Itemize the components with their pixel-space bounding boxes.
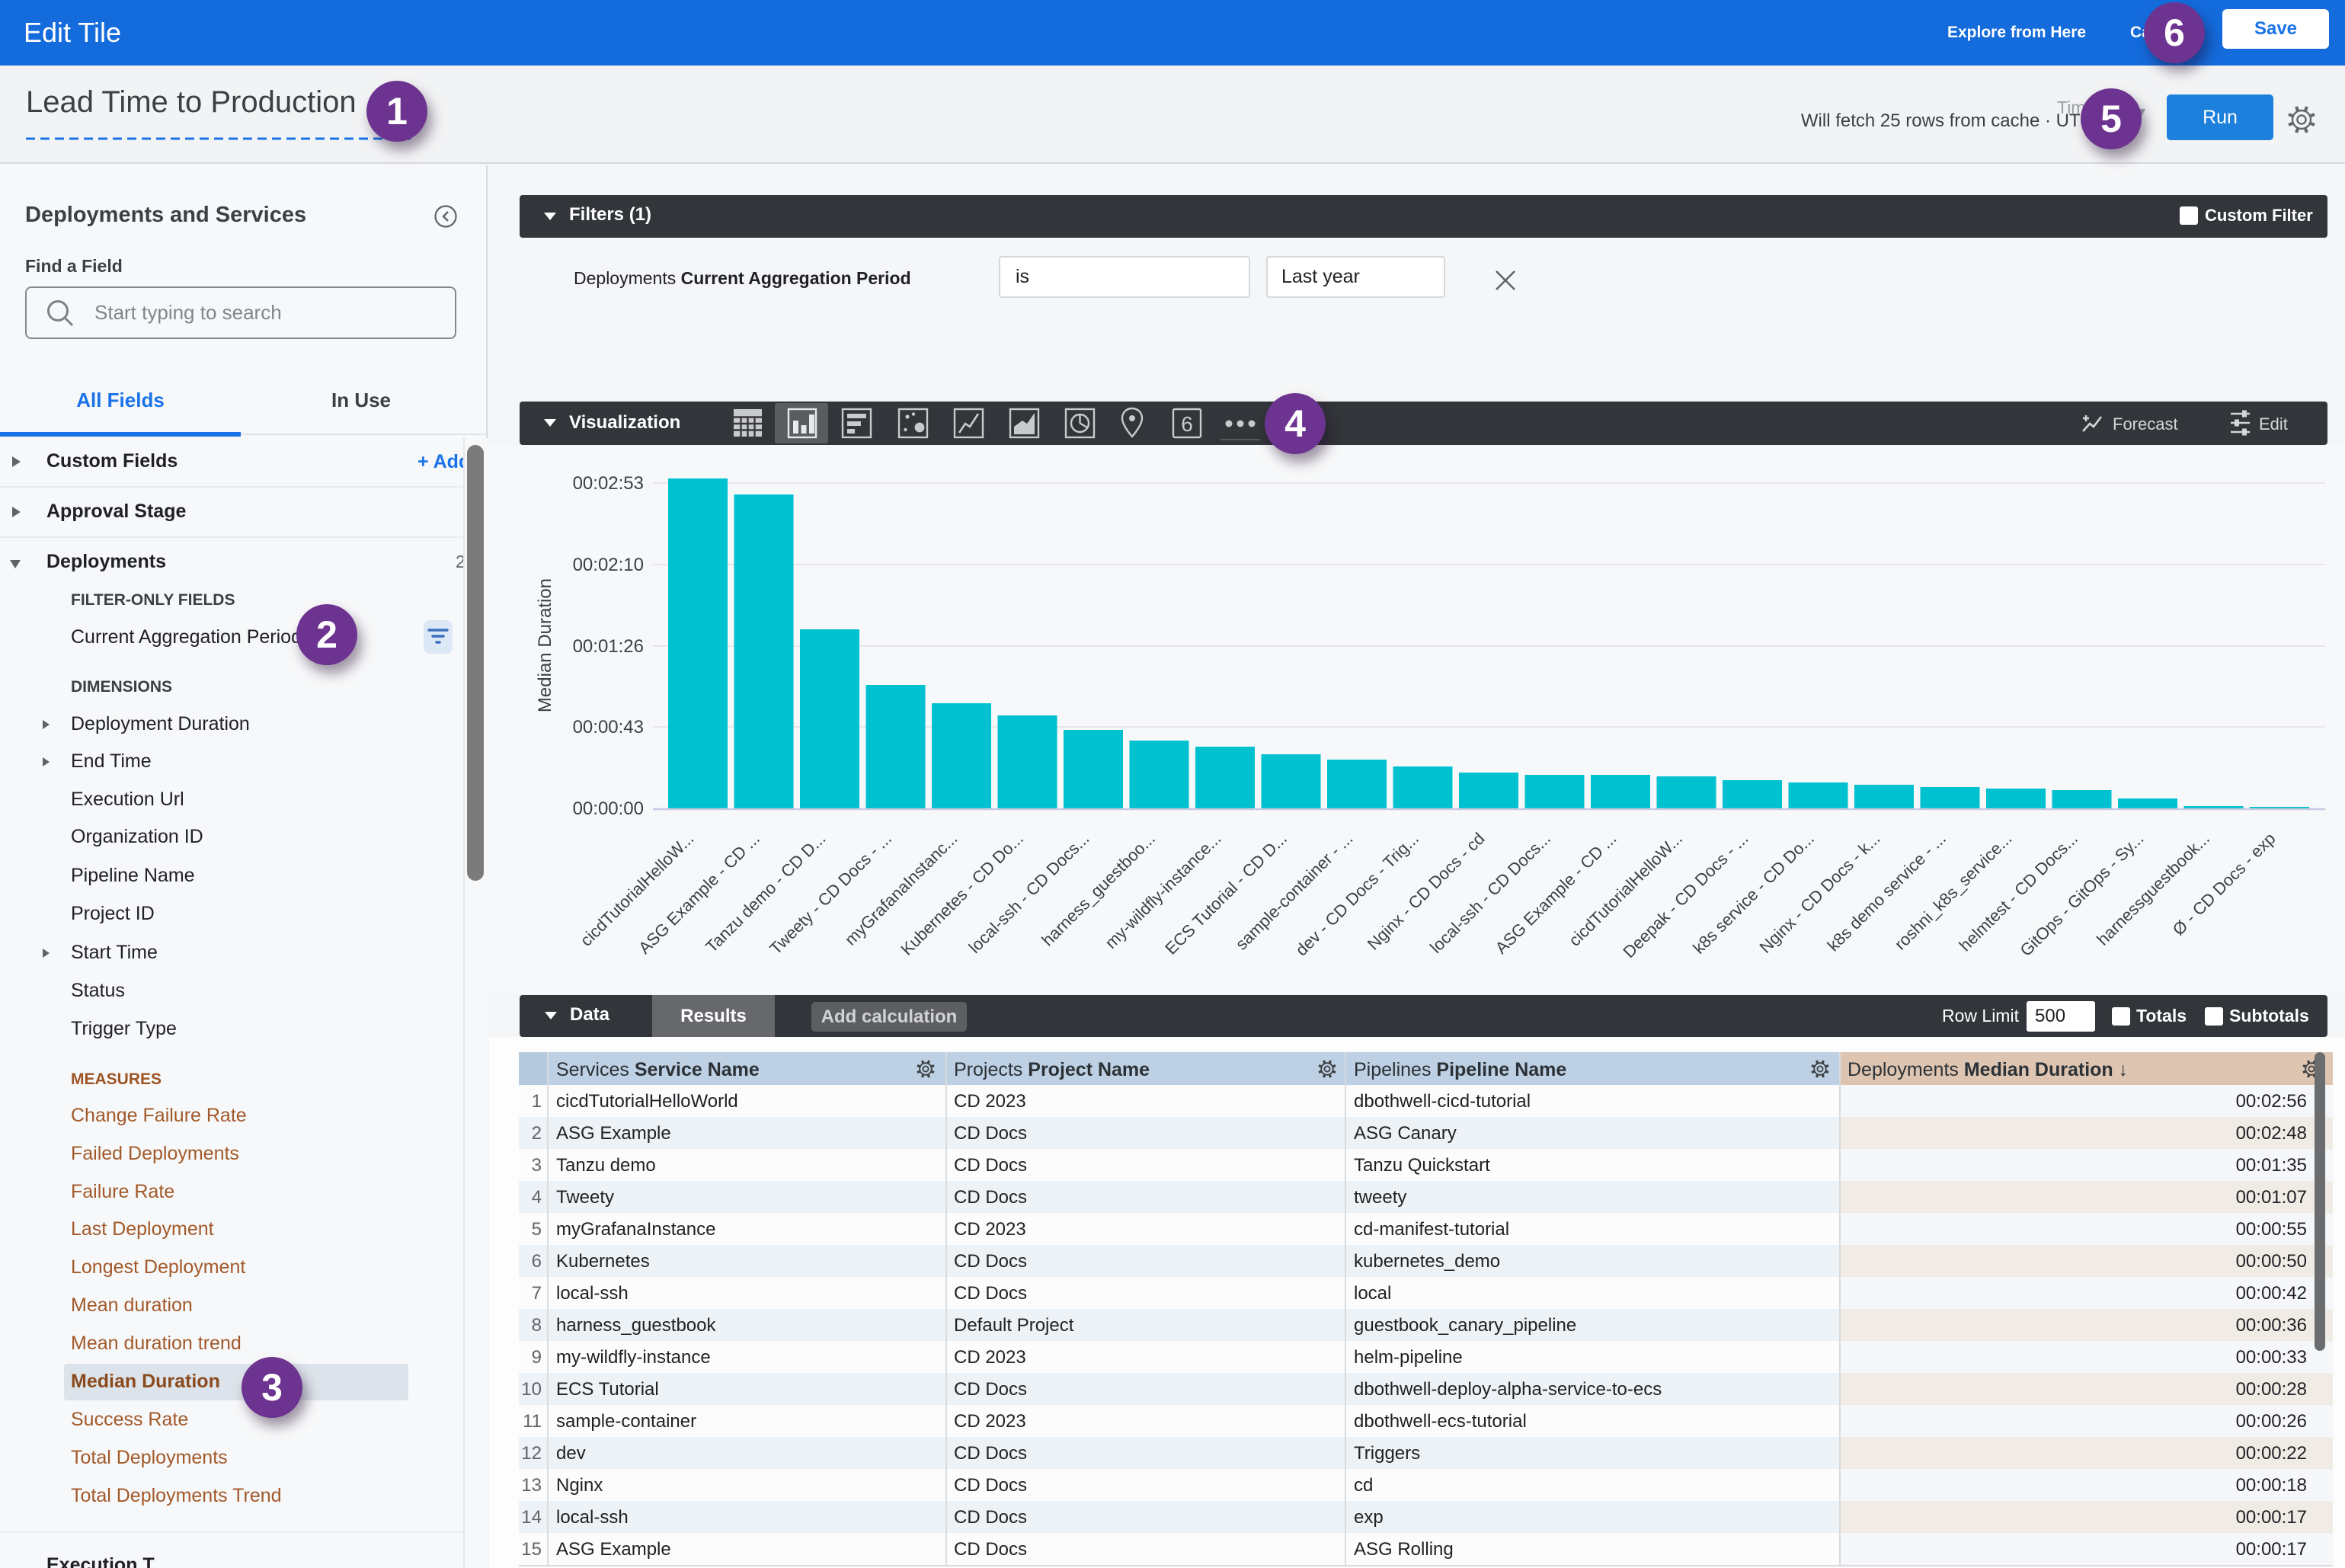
svg-text:00:02:10: 00:02:10 bbox=[573, 555, 644, 575]
svg-text:Kubernetes - CD Do...: Kubernetes - CD Do... bbox=[897, 829, 1027, 959]
svg-text:Nginx - CD Docs - cd: Nginx - CD Docs - cd bbox=[1364, 829, 1489, 954]
svg-text:ECS Tutorial - CD D...: ECS Tutorial - CD D... bbox=[1161, 829, 1291, 958]
svg-text:00:01:26: 00:01:26 bbox=[573, 636, 644, 657]
svg-text:00:00:43: 00:00:43 bbox=[573, 717, 644, 738]
svg-text:harness_guestboo...: harness_guestboo... bbox=[1038, 829, 1159, 950]
svg-text:ASG Example - CD ...: ASG Example - CD ... bbox=[1492, 829, 1620, 958]
svg-text:Deepak - CD Docs - ...: Deepak - CD Docs - ... bbox=[1619, 829, 1752, 962]
svg-text:local-ssh - CD Docs...: local-ssh - CD Docs... bbox=[1426, 829, 1554, 957]
svg-text:00:02:53: 00:02:53 bbox=[573, 473, 644, 494]
svg-text:harnessguestbook...: harnessguestbook... bbox=[2093, 829, 2213, 949]
svg-text:sample-container - ...: sample-container - ... bbox=[1232, 829, 1357, 954]
svg-text:helmtest - CD Docs...: helmtest - CD Docs... bbox=[1956, 829, 2081, 955]
svg-text:cicdTutorialHelloW...: cicdTutorialHelloW... bbox=[577, 829, 698, 950]
svg-text:local-ssh - CD Docs...: local-ssh - CD Docs... bbox=[965, 829, 1093, 957]
svg-text:00:00:00: 00:00:00 bbox=[573, 798, 644, 819]
svg-text:cicdTutorialHelloW...: cicdTutorialHelloW... bbox=[1565, 829, 1686, 950]
svg-text:roshni_k8s_service...: roshni_k8s_service... bbox=[1891, 829, 2016, 954]
svg-text:k8s service - CD Do...: k8s service - CD Do... bbox=[1689, 829, 1818, 958]
svg-text:myGrafanaInstanc...: myGrafanaInstanc... bbox=[841, 829, 961, 949]
svg-text:Nginx - CD Docs - k...: Nginx - CD Docs - k... bbox=[1755, 829, 1883, 957]
svg-text:my-wildfly-instance...: my-wildfly-instance... bbox=[1101, 829, 1224, 952]
svg-text:ASG Example - CD ...: ASG Example - CD ... bbox=[635, 829, 763, 958]
svg-text:Tanzu demo - CD D...: Tanzu demo - CD D... bbox=[702, 829, 829, 956]
svg-text:k8s demo service - ...: k8s demo service - ... bbox=[1824, 829, 1950, 955]
svg-text:6: 6 bbox=[1181, 412, 1193, 436]
svg-text:Median Duration: Median Duration bbox=[535, 578, 555, 712]
svg-text:Tweety - CD Docs - ...: Tweety - CD Docs - ... bbox=[766, 829, 895, 958]
svg-text:dev - CD Docs - Trig...: dev - CD Docs - Trig... bbox=[1291, 829, 1422, 960]
svg-text:GitOps - GitOps - Sy...: GitOps - GitOps - Sy... bbox=[2016, 829, 2147, 960]
